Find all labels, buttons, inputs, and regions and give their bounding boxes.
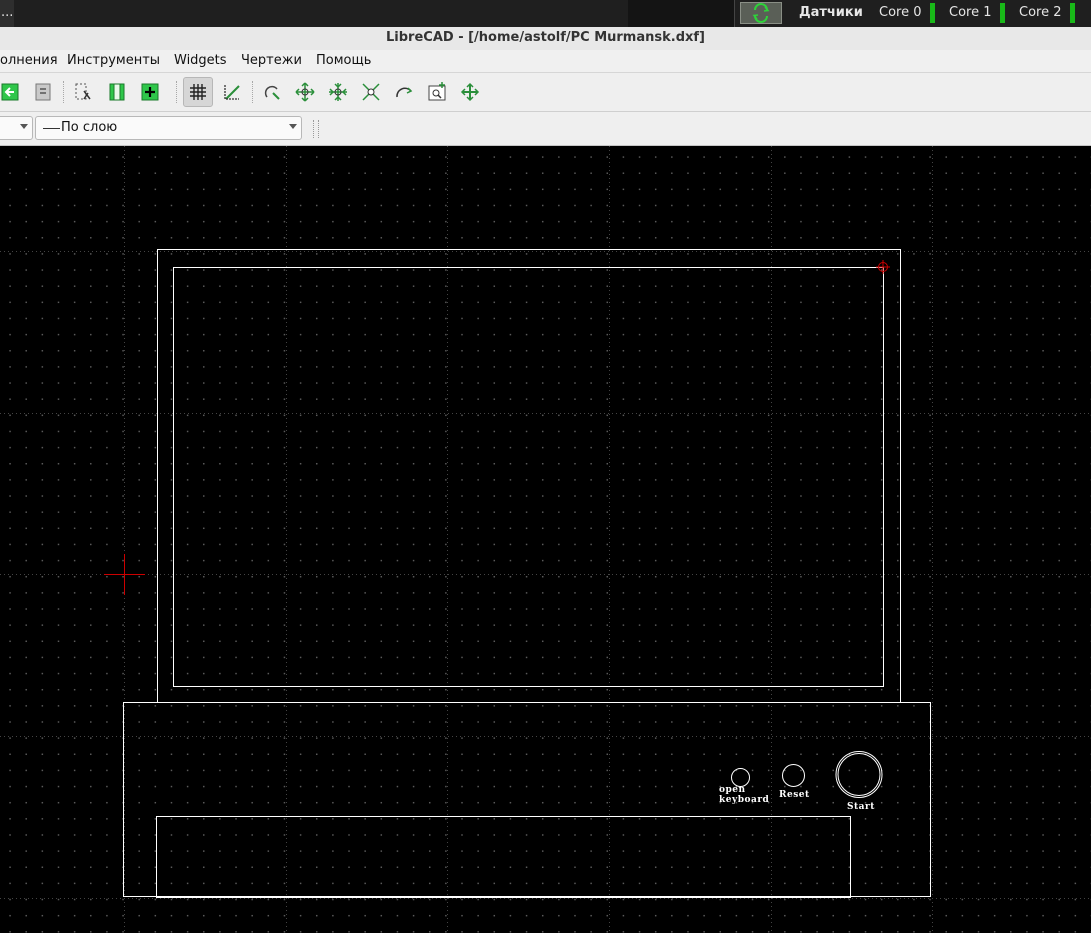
start-button-inner-circle[interactable] bbox=[837, 753, 881, 796]
monitor-screen[interactable] bbox=[173, 267, 884, 687]
drawing-svg bbox=[0, 146, 1091, 933]
layer-export-icon bbox=[1, 83, 19, 101]
menubar: олнения Инструменты Widgets Чертежи Помо… bbox=[0, 50, 1091, 73]
select-entity-icon bbox=[264, 85, 280, 100]
panel-spacer bbox=[628, 0, 734, 27]
toolbar-separator bbox=[252, 81, 254, 103]
block-icon bbox=[35, 83, 51, 101]
toolbar bbox=[0, 73, 1091, 112]
chevron-down-icon bbox=[20, 124, 28, 129]
menu-modify[interactable]: олнения bbox=[0, 53, 58, 68]
layer-export-button[interactable] bbox=[0, 77, 25, 107]
zoom-window-icon bbox=[428, 82, 446, 101]
start-label: Start bbox=[847, 802, 875, 812]
zoom-pan-button[interactable] bbox=[455, 77, 485, 107]
toolbar-grip[interactable] bbox=[313, 120, 319, 138]
grid-toggle-button[interactable] bbox=[183, 77, 213, 107]
menu-tools[interactable]: Инструменты bbox=[67, 53, 160, 68]
panel-separator bbox=[734, 0, 735, 27]
linetype-combo[interactable]: По слою bbox=[35, 116, 302, 140]
keyboard-label: keyboard bbox=[719, 795, 770, 805]
zoom-auto-icon bbox=[362, 83, 380, 101]
core-0-label: Core 0 bbox=[879, 5, 922, 20]
sensors-label: Датчики bbox=[799, 5, 863, 20]
keyboard-button-circle[interactable] bbox=[731, 768, 750, 787]
open-label: open bbox=[719, 785, 746, 795]
menu-help[interactable]: Помощь bbox=[316, 53, 371, 68]
linetype-sample bbox=[43, 128, 60, 129]
core-0-meter bbox=[930, 3, 935, 23]
zoom-in-button[interactable] bbox=[290, 77, 320, 107]
start-button-outer-circle[interactable] bbox=[835, 751, 883, 798]
toolbar-separator bbox=[176, 81, 178, 103]
drive-bay[interactable] bbox=[156, 816, 851, 898]
zoom-pan-icon bbox=[460, 82, 480, 102]
layer-toggle-icon bbox=[109, 83, 125, 101]
select-window-button[interactable] bbox=[68, 77, 98, 107]
zoom-previous-button[interactable] bbox=[389, 77, 419, 107]
layer-add-icon bbox=[141, 83, 159, 101]
grid-icon bbox=[190, 84, 206, 100]
zoom-out-icon bbox=[329, 83, 347, 101]
core-1-meter bbox=[1000, 3, 1005, 23]
core-2-meter bbox=[1070, 3, 1075, 23]
menu-drawings[interactable]: Чертежи bbox=[241, 53, 302, 68]
taskbar-item[interactable]: ... bbox=[0, 0, 14, 27]
core-1-label: Core 1 bbox=[949, 5, 992, 20]
drawing-entities bbox=[123, 249, 931, 898]
major-grid bbox=[0, 146, 1091, 933]
select-window-icon bbox=[75, 83, 91, 100]
property-toolbar: По слою bbox=[0, 112, 1091, 146]
core-2-label: Core 2 bbox=[1019, 5, 1062, 20]
sync-tray-icon[interactable] bbox=[740, 2, 782, 24]
crosshair-cursor-icon bbox=[104, 554, 145, 595]
chevron-down-icon bbox=[289, 124, 297, 129]
menu-widgets[interactable]: Widgets bbox=[174, 53, 227, 68]
snap-marker-icon bbox=[876, 260, 890, 274]
snap-dimension-icon bbox=[224, 85, 240, 100]
drawing-canvas[interactable]: open keyboard Reset Start bbox=[0, 146, 1091, 933]
toolbar-separator bbox=[63, 81, 65, 103]
layer-toggle-button[interactable] bbox=[102, 77, 132, 107]
system-panel: ... Датчики Core 0 Core 1 Core 2 bbox=[0, 0, 1091, 27]
select-entity-button[interactable] bbox=[257, 77, 287, 107]
zoom-auto-button[interactable] bbox=[356, 77, 386, 107]
layer-add-button[interactable] bbox=[135, 77, 165, 107]
zoom-in-icon bbox=[295, 82, 315, 102]
snap-dimension-button[interactable] bbox=[217, 77, 247, 107]
window-title: LibreCAD - [/home/astolf/PC Murmansk.dxf… bbox=[0, 27, 1091, 50]
block-button[interactable] bbox=[28, 77, 58, 107]
color-combo[interactable] bbox=[0, 116, 33, 140]
zoom-previous-icon bbox=[396, 87, 413, 98]
reset-label: Reset bbox=[779, 790, 810, 800]
linetype-value: По слою bbox=[61, 120, 118, 135]
zoom-window-button[interactable] bbox=[422, 77, 452, 107]
zoom-out-button[interactable] bbox=[323, 77, 353, 107]
reset-button-circle[interactable] bbox=[782, 764, 805, 787]
monitor-outer-frame[interactable] bbox=[157, 249, 901, 703]
